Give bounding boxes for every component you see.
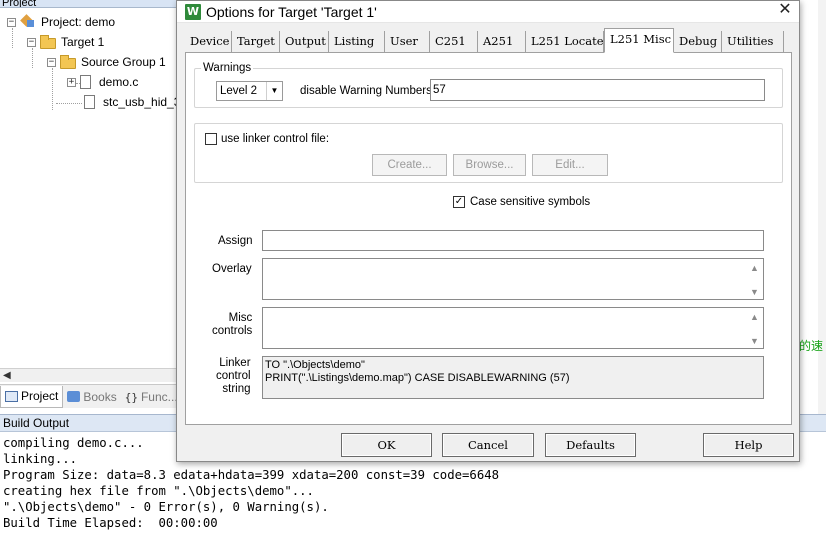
dialog-title: Options for Target 'Target 1' [206, 4, 377, 20]
tab-books[interactable]: Books [63, 386, 120, 408]
expand-icon[interactable]: + [67, 77, 76, 87]
linker-control-string-text: TO ".\Objects\demo" PRINT(".\Listings\de… [265, 359, 570, 384]
misc-controls-textarea[interactable]: ▲ ▼ [262, 307, 764, 349]
scroll-up-icon[interactable]: ▲ [750, 263, 759, 273]
tab-l251-misc[interactable]: L251 Misc [604, 28, 674, 53]
assign-label: Assign [218, 235, 253, 247]
tree-target-label: Target 1 [61, 35, 105, 49]
scroll-left-icon[interactable]: ◀ [3, 370, 11, 381]
misc-scrollbar[interactable]: ▲ ▼ [746, 308, 763, 348]
case-sensitive-label: Case sensitive symbols [470, 196, 591, 208]
tab-target[interactable]: Target [232, 31, 280, 52]
editor-text-fragment: 的速 [799, 339, 824, 353]
tree-item-target[interactable]: − Target 1 [27, 32, 104, 52]
functions-icon: {} [124, 391, 138, 404]
scroll-up-icon[interactable]: ▲ [750, 312, 759, 322]
scroll-down-icon[interactable]: ▼ [750, 336, 759, 346]
scroll-down-icon[interactable]: ▼ [750, 287, 759, 297]
assign-input[interactable] [262, 230, 764, 251]
edit-button[interactable]: Edit... [532, 154, 608, 176]
tab-project-label: Project [21, 389, 59, 403]
tab-listing[interactable]: Listing [329, 31, 385, 52]
tree-group-label: Source Group 1 [81, 55, 166, 69]
tab-functions[interactable]: {} Func... [121, 386, 182, 408]
l251-misc-page: Warnings Level 2 ▼ disable Warning Numbe… [185, 52, 792, 425]
project-window-icon [5, 390, 18, 402]
warning-level-value: Level 2 [220, 85, 258, 97]
create-button[interactable]: Create... [372, 154, 447, 176]
warnings-legend: Warnings [201, 62, 254, 74]
chevron-down-icon[interactable]: ▼ [266, 82, 282, 100]
use-linker-file-label: use linker control file: [221, 133, 330, 145]
tab-output[interactable]: Output [280, 31, 329, 52]
disable-warning-label: disable Warning Numbers: [300, 85, 436, 97]
tab-functions-label: Func... [140, 389, 178, 404]
output-line: creating hex file from ".\Objects\demo".… [3, 484, 314, 498]
tree-item-source-group[interactable]: − Source Group 1 [47, 52, 166, 72]
collapse-icon[interactable]: − [47, 57, 56, 67]
project-panel-tabs: Project Books {} Func... [0, 384, 178, 408]
tab-debug[interactable]: Debug [674, 31, 722, 52]
project-icon [20, 15, 36, 29]
overlay-scrollbar[interactable]: ▲ ▼ [746, 259, 763, 299]
folder-icon [60, 54, 76, 69]
close-icon[interactable]: ✕ [773, 1, 797, 21]
tab-c251[interactable]: C251 [430, 31, 478, 52]
linker-file-group: use linker control file: Create... Brows… [194, 123, 783, 183]
warnings-group: Warnings Level 2 ▼ disable Warning Numbe… [194, 62, 783, 108]
dialog-title-bar[interactable]: W Options for Target 'Target 1' ✕ [177, 1, 799, 23]
output-line: Program Size: data=8.3 edata+hdata=399 x… [3, 468, 500, 482]
tab-device[interactable]: Device [185, 31, 232, 52]
defaults-button[interactable]: Defaults [545, 433, 636, 457]
tab-l251-locate[interactable]: L251 Locate [526, 31, 604, 52]
tab-user[interactable]: User [385, 31, 430, 52]
tab-books-label: Books [83, 389, 117, 404]
tree-item-stc-usb-hid[interactable]: stc_usb_hid_3 [84, 92, 180, 112]
warning-level-select[interactable]: Level 2 ▼ [216, 81, 283, 101]
case-sensitive-checkbox[interactable]: ✓ [453, 196, 465, 208]
tree-file-label: demo.c [99, 75, 139, 89]
project-tree: − Project: demo − Target 1 − Source Grou… [0, 8, 180, 368]
target-folder-icon [40, 34, 56, 49]
overlay-textarea[interactable]: ▲ ▼ [262, 258, 764, 300]
browse-button[interactable]: Browse... [453, 154, 526, 176]
keil-app-icon: W [185, 4, 201, 20]
tree-project-label: Project: demo [41, 15, 116, 29]
use-linker-file-checkbox[interactable] [205, 133, 217, 145]
ide-window: Project − Project: demo − Target 1 − Sou… [0, 0, 826, 534]
books-icon [67, 391, 81, 402]
linker-string-label: Linker control string [216, 357, 251, 395]
project-horizontal-scrollbar[interactable]: ◀ [0, 368, 178, 382]
options-dialog: W Options for Target 'Target 1' ✕ Device… [176, 0, 800, 462]
tree-item-demo-c[interactable]: + demo.c [67, 72, 138, 92]
linker-control-string[interactable]: TO ".\Objects\demo" PRINT(".\Listings\de… [262, 356, 764, 399]
tab-project[interactable]: Project [0, 385, 64, 408]
ok-button[interactable]: OK [341, 433, 432, 457]
project-panel-header: Project [0, 0, 178, 8]
tree-file-label: stc_usb_hid_3 [103, 95, 181, 109]
file-icon [84, 95, 95, 109]
disable-warning-numbers-input[interactable]: 57 [430, 79, 765, 101]
output-line: ".\Objects\demo" - 0 Error(s), 0 Warning… [3, 500, 329, 514]
tree-item-project[interactable]: − Project: demo [7, 12, 115, 32]
collapse-icon[interactable]: − [27, 37, 36, 47]
help-button[interactable]: Help [703, 433, 794, 457]
tab-utilities[interactable]: Utilities [722, 31, 784, 52]
collapse-icon[interactable]: − [7, 17, 16, 27]
overlay-label: Overlay [212, 263, 252, 275]
tab-a251[interactable]: A251 [478, 31, 526, 52]
output-line: Build Time Elapsed: 00:00:00 [3, 516, 218, 530]
misc-controls-label: Misc controls [212, 312, 253, 337]
file-icon [80, 75, 91, 89]
cancel-button[interactable]: Cancel [442, 433, 534, 457]
